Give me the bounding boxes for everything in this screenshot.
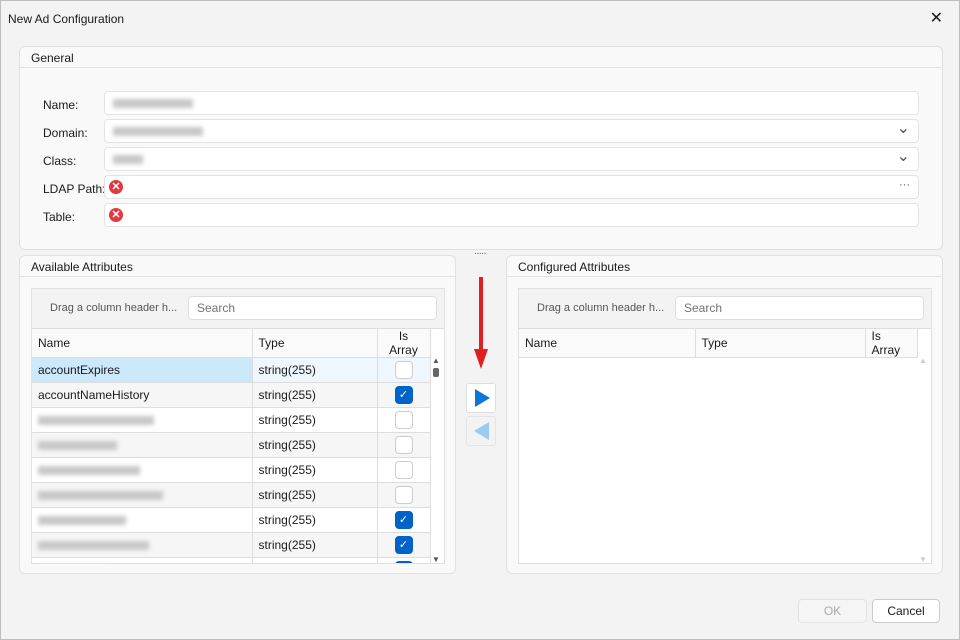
cell-type: string(255) — [252, 482, 378, 508]
cancel-button[interactable]: Cancel — [872, 599, 940, 623]
table-field[interactable]: ✕ — [104, 203, 919, 227]
column-header-type[interactable]: Type — [252, 329, 378, 358]
cell-is-array: ✓ — [377, 557, 431, 563]
cell-type: string(255) — [252, 557, 378, 563]
cell-type: string(255) — [252, 532, 378, 558]
is-array-checkbox[interactable]: ✓ — [394, 536, 413, 554]
general-group: General Name: Domain: ⌄ Class: ⌄ LDAP Path: ✕ ·… — [19, 46, 943, 250]
cell-is-array: ✓ — [377, 532, 431, 558]
table-row[interactable]: string(255) ✓ — [32, 532, 431, 558]
add-attribute-button[interactable] — [466, 383, 496, 413]
column-header-name[interactable]: Name — [32, 329, 253, 358]
arrow-right-icon — [475, 389, 490, 407]
cell-name — [32, 532, 253, 558]
cell-is-array — [377, 407, 431, 433]
cell-is-array — [377, 432, 431, 458]
window-title: New Ad Configuration — [8, 12, 125, 26]
cell-type: string(255) — [252, 357, 378, 383]
close-icon[interactable]: ✕ — [930, 8, 943, 28]
vertical-scrollbar[interactable]: ▲ ▼ — [428, 354, 444, 563]
is-array-checkbox[interactable] — [394, 486, 413, 504]
table-row[interactable]: string(255) — [32, 482, 431, 508]
is-array-checkbox[interactable] — [394, 461, 413, 479]
cell-name — [32, 432, 253, 458]
group-panel-hint: Drag a column header h... — [50, 302, 178, 314]
ok-button[interactable]: OK — [798, 599, 867, 623]
cell-is-array: ✓ — [377, 382, 431, 408]
field-label: LDAP Path: — [43, 182, 106, 196]
error-icon: ✕ — [109, 180, 123, 194]
class-field[interactable]: ⌄ — [104, 147, 919, 171]
table-row[interactable]: string(255) — [32, 432, 431, 458]
ldappath-field[interactable]: ✕ ··· — [104, 175, 919, 199]
column-header-name[interactable]: Name — [519, 329, 696, 358]
chevron-down-icon[interactable]: ⌄ — [897, 118, 910, 138]
table-row[interactable]: string(255) ✓ — [32, 507, 431, 533]
remove-attribute-button[interactable] — [466, 416, 496, 446]
table-row[interactable]: string(255) ✓ — [32, 557, 431, 563]
is-array-checkbox[interactable]: ✓ — [394, 511, 413, 529]
configured-attributes-group: Configured Attributes Drag a column head… — [506, 255, 943, 574]
available-grid: Drag a column header h... Name Type Is A… — [31, 288, 445, 564]
is-array-checkbox[interactable]: ✓ — [394, 561, 413, 563]
column-header-is-array[interactable]: Is Array — [377, 329, 431, 358]
field-label: Class: — [43, 154, 77, 168]
available-header: Available Attributes — [20, 256, 455, 277]
vertical-scrollbar[interactable]: ▲ ▼ — [915, 354, 931, 563]
field-label: Table: — [43, 210, 76, 224]
error-icon: ✕ — [109, 208, 123, 222]
field-label: Domain: — [43, 126, 88, 140]
cell-name: accountExpires — [32, 357, 253, 383]
cell-is-array — [377, 457, 431, 483]
cell-type: string(255) — [252, 382, 378, 408]
table-row[interactable]: accountNameHistory string(255) ✓ — [32, 382, 431, 408]
available-search-input[interactable] — [188, 296, 437, 320]
available-attributes-group: Available Attributes Drag a column heade… — [19, 255, 456, 574]
domain-field[interactable]: ⌄ — [104, 119, 919, 143]
chevron-down-icon[interactable]: ⌄ — [897, 146, 910, 166]
field-label: Name: — [43, 98, 79, 112]
configured-header: Configured Attributes — [507, 256, 942, 277]
name-field[interactable] — [104, 91, 919, 115]
table-row[interactable]: string(255) — [32, 457, 431, 483]
cell-name: accountNameHistory — [32, 382, 253, 408]
group-panel-hint: Drag a column header h... — [537, 302, 665, 314]
browse-button[interactable]: ··· — [899, 179, 910, 191]
cell-type: string(255) — [252, 407, 378, 433]
column-header-type[interactable]: Type — [695, 329, 866, 358]
cell-name — [32, 457, 253, 483]
cell-name — [32, 557, 253, 563]
cell-type: string(255) — [252, 507, 378, 533]
splitter-handle[interactable]: ····· — [474, 248, 487, 259]
arrow-left-icon — [474, 422, 489, 440]
is-array-checkbox[interactable] — [394, 411, 413, 429]
cell-is-array — [377, 482, 431, 508]
cell-name — [32, 482, 253, 508]
cell-type: string(255) — [252, 457, 378, 483]
cell-is-array — [377, 357, 431, 383]
drag-hint-arrow-icon — [474, 277, 488, 371]
column-header-is-array[interactable]: Is Array — [865, 329, 918, 358]
table-row[interactable]: accountExpires string(255) — [32, 357, 431, 383]
is-array-checkbox[interactable]: ✓ — [394, 386, 413, 404]
is-array-checkbox[interactable] — [394, 361, 413, 379]
table-row[interactable]: string(255) — [32, 407, 431, 433]
cell-is-array: ✓ — [377, 507, 431, 533]
configured-grid: Drag a column header h... Name Type Is A… — [518, 288, 932, 564]
is-array-checkbox[interactable] — [394, 436, 413, 454]
cell-name — [32, 407, 253, 433]
cell-name — [32, 507, 253, 533]
general-header: General — [20, 47, 942, 68]
cell-type: string(255) — [252, 432, 378, 458]
configured-search-input[interactable] — [675, 296, 924, 320]
